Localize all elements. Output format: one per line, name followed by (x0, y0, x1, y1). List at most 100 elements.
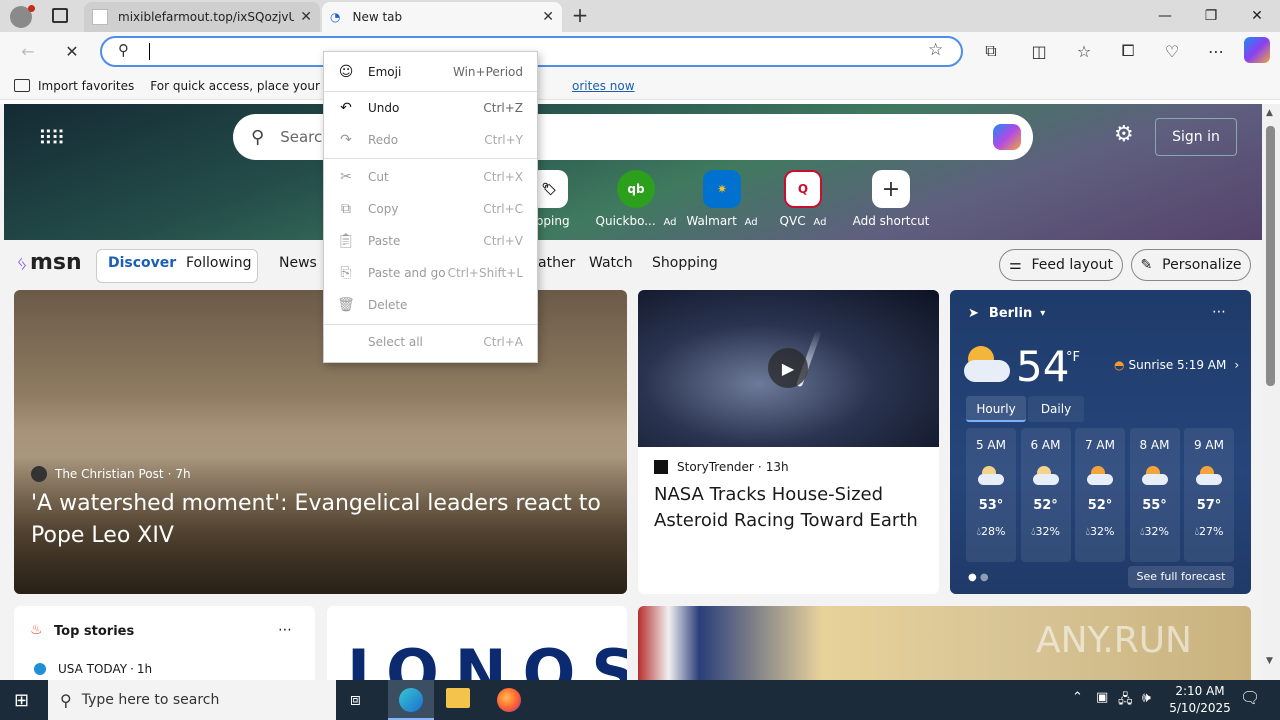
task-view-icon[interactable]: ⧈ (350, 690, 361, 710)
extensions-icon[interactable]: ⧉ (977, 37, 1005, 65)
clock-date[interactable]: 5/10/2025 (1164, 701, 1236, 715)
menu-item-copy[interactable]: ⧉ Copy Ctrl+C (324, 193, 537, 225)
msn-logo[interactable]: ᛃ msn (16, 250, 82, 275)
shortcut-qvc[interactable]: Q QVC Ad (768, 164, 838, 228)
news-card-white-house[interactable]: ANY.RUN (638, 606, 1251, 680)
add-shortcut-button[interactable]: + Add shortcut (850, 164, 932, 228)
settings-gear-icon[interactable]: ⚙ (1114, 122, 1134, 147)
favorites-icon[interactable]: ☆ (1070, 37, 1098, 65)
scroll-down-icon[interactable]: ▼ (1266, 656, 1273, 666)
file-explorer-icon[interactable] (446, 688, 470, 708)
story-headline[interactable]: 'A watershed moment': Evangelical leader… (31, 488, 611, 552)
tab-news[interactable]: News (279, 255, 317, 271)
personalize-button[interactable]: ✎ Personalize (1131, 249, 1251, 281)
story-source: StoryTrender · 13h (654, 460, 789, 474)
scrollbar[interactable]: ▲ ▼ (1262, 104, 1280, 680)
tab-label: mixiblefarmout.top/ixSQozjvUFV (118, 10, 294, 24)
menu-shortcut: Ctrl+Shift+L (447, 266, 523, 280)
play-button-icon[interactable]: ▶ (768, 348, 808, 388)
sign-in-button[interactable]: Sign in (1155, 118, 1237, 156)
partly-cloudy-icon (1141, 466, 1168, 485)
edge-taskbar-icon[interactable] (388, 680, 434, 720)
split-screen-icon[interactable]: ◫ (1025, 37, 1053, 65)
hourly-forecast-column[interactable]: 6 AM 52° 💧︎32% (1020, 428, 1071, 562)
menu-item-paste-and-go[interactable]: ⎘ Paste and go Ctrl+Shift+L (324, 257, 537, 289)
more-menu-icon[interactable]: ⋯ (1202, 37, 1230, 65)
scroll-thumb[interactable] (1266, 126, 1275, 386)
see-full-forecast-button[interactable]: See full forecast (1128, 566, 1234, 588)
news-card-asteroid[interactable]: ▶ StoryTrender · 13h NASA Tracks House-S… (638, 290, 939, 594)
tab-new-tab[interactable]: ◔ New tab ✕ (322, 2, 562, 32)
menu-item-undo[interactable]: ↶ Undo Ctrl+Z (324, 92, 537, 124)
ionos-ad-card[interactable]: IONOS (327, 606, 627, 680)
partly-cloudy-icon (964, 346, 1012, 384)
story-headline[interactable]: NASA Tracks House-Sized Asteroid Racing … (654, 482, 929, 534)
menu-shortcut: Ctrl+X (483, 170, 523, 184)
tab-watch[interactable]: Watch (589, 255, 633, 271)
collections-icon[interactable]: ⧠ (1114, 37, 1142, 65)
more-options-icon[interactable]: ⋯ (1212, 304, 1226, 320)
weather-card[interactable]: ➤ Berlin ▾ ⋯ 54 °F ◓ Sunrise 5:19 AM › H… (950, 290, 1251, 594)
import-favorites-link[interactable]: Import favorites (38, 79, 134, 93)
network-icon[interactable]: 🖧︎ (1118, 690, 1133, 712)
menu-item-cut[interactable]: ✂ Cut Ctrl+X (324, 161, 537, 193)
menu-label: Paste (368, 234, 401, 248)
tab-discover[interactable]: Discover (108, 255, 176, 271)
shortcut-quickbooks[interactable]: qb Quickbo... Ad (594, 164, 678, 228)
restore-button[interactable]: ❐ (1188, 0, 1234, 32)
stop-loading-button[interactable]: ✕ (58, 37, 86, 65)
menu-item-select-all[interactable]: Select all Ctrl+A (324, 326, 537, 358)
scroll-up-icon[interactable]: ▲ (1266, 108, 1273, 118)
close-window-button[interactable]: ✕ (1234, 0, 1280, 32)
tray-chevron-up-icon[interactable]: ⌃ (1072, 690, 1083, 705)
hourly-forecast-column[interactable]: 9 AM 57° 💧︎27% (1184, 428, 1234, 562)
browser-essentials-icon[interactable]: ♡ (1158, 37, 1186, 65)
hourly-forecast-column[interactable]: 5 AM 53° 💧︎28% (966, 428, 1016, 562)
tab-hourly[interactable]: Hourly (966, 396, 1026, 422)
sunrise-info[interactable]: ◓ Sunrise 5:19 AM › (1114, 358, 1239, 372)
new-tab-button[interactable]: + (568, 3, 592, 29)
copilot-icon[interactable] (1244, 37, 1270, 63)
volume-icon[interactable]: 🕪︎ (1142, 690, 1151, 706)
tab-following[interactable]: Following (186, 255, 252, 271)
pager-dots[interactable]: ● ● (968, 572, 989, 583)
close-icon[interactable]: ✕ (542, 9, 554, 25)
tray-device-icon[interactable]: ▣ (1096, 690, 1108, 705)
menu-label: Select all (368, 335, 423, 349)
notifications-icon[interactable]: 🗨︎ (1240, 688, 1260, 707)
sunrise-icon: ◓ (1114, 358, 1125, 372)
feed-layout-button[interactable]: ⚌ Feed layout (999, 249, 1123, 281)
more-options-icon[interactable]: ⋯ (278, 622, 292, 638)
taskbar-search-box[interactable]: ⚲ Type here to search (48, 680, 336, 720)
hourly-forecast-column[interactable]: 8 AM 55° 💧︎32% (1129, 428, 1180, 562)
hourly-forecast-column[interactable]: 7 AM 52° 💧︎32% (1075, 428, 1125, 562)
tab-mixiblefarmout[interactable]: mixiblefarmout.top/ixSQozjvUFV ✕ (84, 2, 320, 32)
menu-item-paste[interactable]: 📋︎ Paste Ctrl+V (324, 225, 537, 257)
tab-daily[interactable]: Daily (1028, 396, 1084, 422)
copilot-icon[interactable] (993, 124, 1021, 150)
firefox-icon[interactable] (497, 688, 521, 712)
menu-item-redo[interactable]: ↷ Redo Ctrl+Y (324, 124, 537, 156)
back-button[interactable]: ← (14, 37, 42, 65)
favorite-star-icon[interactable]: ☆ (928, 40, 943, 60)
menu-item-delete[interactable]: 🗑︎ Delete (324, 289, 537, 321)
city-name: Berlin (988, 306, 1033, 321)
minimize-button[interactable]: — (1142, 0, 1188, 32)
windows-start-icon[interactable]: ⊞ (14, 690, 29, 711)
precip-chance: 💧︎28% (966, 525, 1016, 539)
manage-favorites-link[interactable]: orites now (572, 79, 635, 93)
apps-grid-icon[interactable]: ⠿⠿ (38, 126, 65, 150)
tab-weather[interactable]: ather (538, 255, 575, 271)
precip-value: 27% (1198, 525, 1224, 538)
temp-unit: °F (1066, 350, 1080, 365)
location-selector[interactable]: ➤ Berlin ▾ (968, 306, 1045, 321)
tab-shopping[interactable]: Shopping (652, 255, 718, 271)
menu-item-emoji[interactable]: ☺ Emoji Win+Period (324, 56, 537, 88)
clock-time[interactable]: 2:10 AM (1170, 684, 1230, 698)
close-icon[interactable]: ✕ (300, 9, 312, 25)
hour-temp: 52° (1087, 498, 1113, 513)
story-source: USA TODAY · 1h (34, 662, 152, 676)
shortcut-walmart[interactable]: ✷ Walmart Ad (684, 164, 760, 228)
tab-actions-icon[interactable] (52, 8, 68, 23)
hour-temp: 53° (978, 498, 1004, 513)
